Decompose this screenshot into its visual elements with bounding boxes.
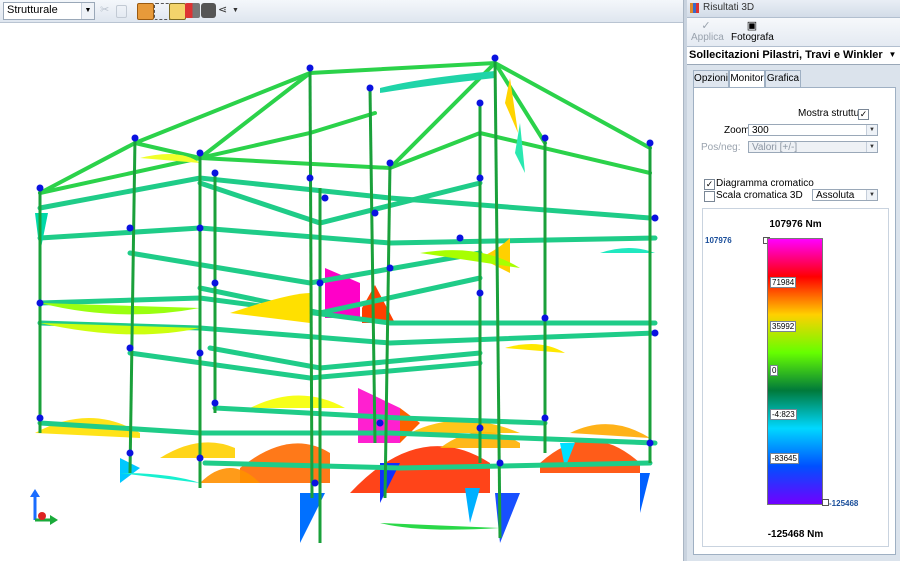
legend-tick: 71984 xyxy=(770,277,797,288)
panel-title: Risultati 3D xyxy=(703,2,755,13)
chevron-down-icon[interactable]: ▼ xyxy=(866,125,877,135)
scale-mode-value: Assoluta xyxy=(816,190,855,201)
chevron-down-icon[interactable]: ▼ xyxy=(232,3,247,18)
panel-ribbon: ✓ Applica ▣ Fotografa xyxy=(687,18,900,47)
posneg-select[interactable]: Valori [+/-] ▼ xyxy=(748,141,878,153)
posneg-value: Valori [+/-] xyxy=(752,142,798,153)
legend-min-title: -125468 Nm xyxy=(767,529,824,540)
legend-tick: 35992 xyxy=(770,321,797,332)
view-mode-value: Strutturale xyxy=(7,4,58,16)
chevron-down-icon[interactable]: ▼ xyxy=(886,48,899,62)
scale-mode-select[interactable]: Assoluta ▼ xyxy=(812,189,878,201)
camera-icon: ▣ xyxy=(746,20,758,32)
color-diagram-label: Diagramma cromatico xyxy=(716,178,814,189)
zoom-value: 300 xyxy=(752,125,769,136)
color-diagram-checkbox[interactable]: ✓ xyxy=(704,179,715,190)
axis-triad-icon xyxy=(30,489,58,525)
legend-max-marker: 107976 xyxy=(705,236,732,245)
chevron-down-icon[interactable]: ▼ xyxy=(81,3,94,19)
chevron-down-icon[interactable]: ▼ xyxy=(866,190,877,200)
legend-tick: -83645 xyxy=(770,453,799,464)
show-structure-checkbox[interactable]: ✓ xyxy=(858,109,869,120)
results-panel: Risultati 3D ✓ Applica ▣ Fotografa Solle… xyxy=(687,0,900,561)
result-type-select[interactable]: Sollecitazioni Pilastri, Travi e Winkler… xyxy=(687,47,900,65)
apply-button[interactable]: ✓ Applica xyxy=(691,20,724,43)
tab-grafica[interactable]: Grafica xyxy=(765,70,801,87)
structure-3d-viewport[interactable] xyxy=(0,23,683,561)
tab-monitor-label: Monitor xyxy=(730,73,764,84)
color-scale-bar: 71984 35992 0 -4:823 -83645 xyxy=(767,238,823,505)
color-legend: 107976 Nm 107976 71984 35992 0 -4:823 -8… xyxy=(702,208,889,547)
tab-opzioni-label: Opzioni xyxy=(694,73,728,84)
view-toolbar: Strutturale ▼ ✂ ⋖ ▼ xyxy=(0,0,683,23)
result-type-value: Sollecitazioni Pilastri, Travi e Winkler xyxy=(689,49,883,61)
tab-opzioni[interactable]: Opzioni xyxy=(693,70,729,87)
box-icon[interactable] xyxy=(137,3,154,20)
posneg-label: Pos/neg: xyxy=(701,142,741,153)
copy-icon[interactable] xyxy=(116,5,127,18)
delete-results-icon[interactable] xyxy=(185,3,200,18)
layers-icon[interactable] xyxy=(169,3,186,20)
legend-max-title: 107976 Nm xyxy=(769,219,822,230)
color-scale-3d-label: Scala cromatica 3D xyxy=(716,190,803,201)
cut-icon[interactable]: ✂ xyxy=(100,3,115,18)
apply-label: Applica xyxy=(691,32,724,43)
zoom-select[interactable]: 300 ▼ xyxy=(748,124,878,136)
structural-view-pane: Strutturale ▼ ✂ ⋖ ▼ xyxy=(0,0,683,561)
panel-titlebar: Risultati 3D xyxy=(687,0,900,18)
checkmark-icon: ✓ xyxy=(701,20,711,32)
legend-tick: 0 xyxy=(770,365,779,376)
min-slider-handle[interactable] xyxy=(822,499,829,506)
tab-monitor[interactable]: Monitor xyxy=(729,70,765,88)
tab-grafica-label: Grafica xyxy=(766,73,800,84)
legend-min-marker: -125468 xyxy=(829,499,859,508)
photograph-label: Fotografa xyxy=(731,32,774,43)
results-3d-icon xyxy=(690,3,699,13)
legend-tick: -4:823 xyxy=(770,409,797,420)
color-scale-3d-checkbox[interactable] xyxy=(704,191,715,202)
chevron-down-icon: ▼ xyxy=(866,142,877,152)
foundation-moment-diagrams xyxy=(35,395,650,543)
view-mode-select[interactable]: Strutturale ▼ xyxy=(3,2,95,20)
share-icon[interactable]: ⋖ xyxy=(218,3,233,18)
camera-icon[interactable] xyxy=(201,3,216,18)
photograph-button[interactable]: ▣ Fotografa xyxy=(731,20,774,43)
monitor-tab-content: Mostra struttura ✓ Zoom: 300 ▼ Pos/neg: … xyxy=(693,87,896,555)
